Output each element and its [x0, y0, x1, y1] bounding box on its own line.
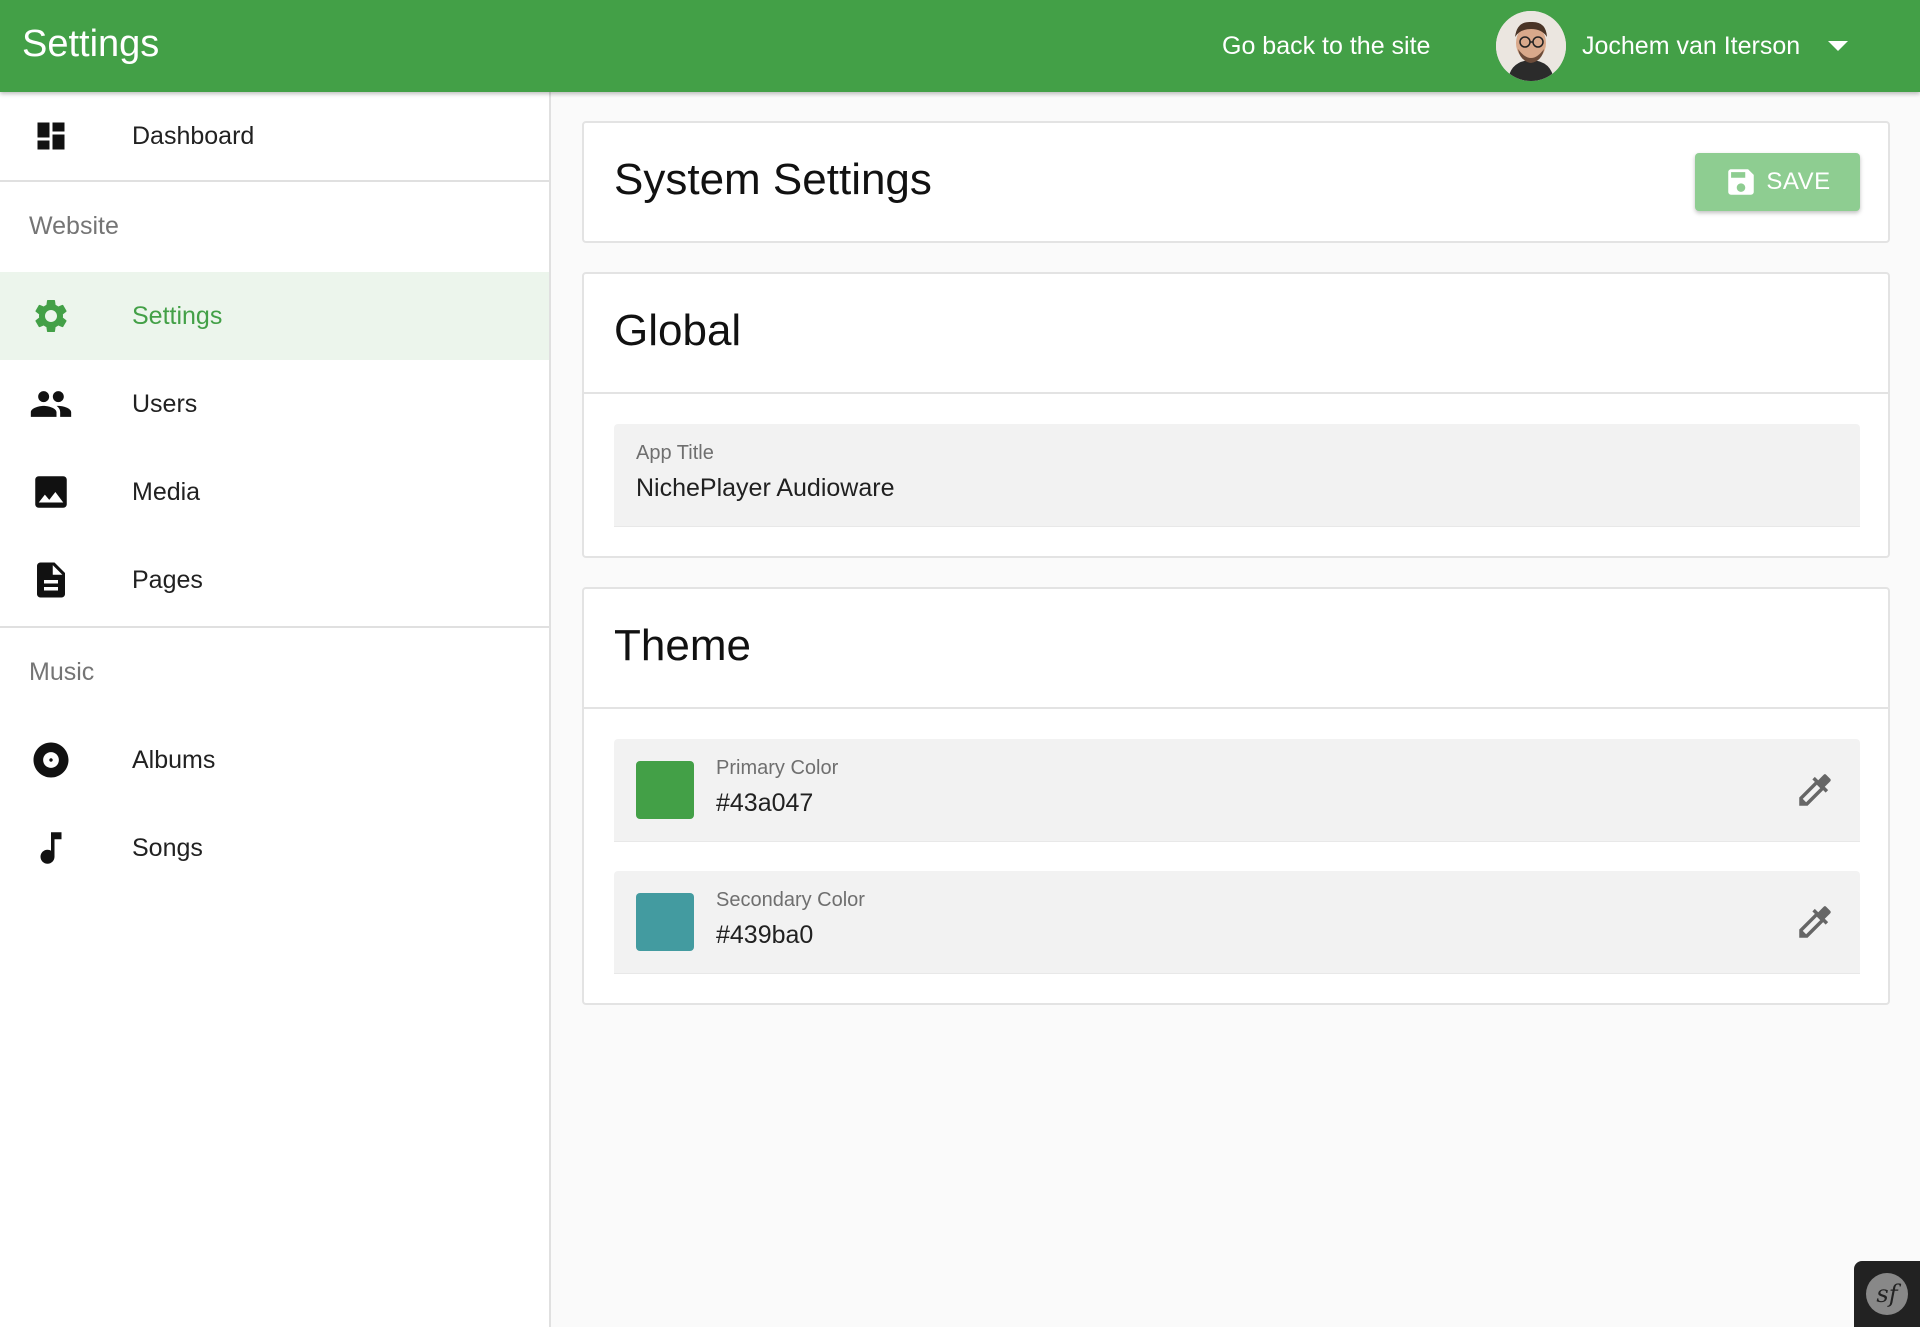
save-button[interactable]: SAVE [1695, 153, 1860, 211]
sidebar: Dashboard Website Settings Users Media P… [0, 92, 551, 1327]
page-title: System Settings [614, 155, 932, 204]
sidebar-item-label: Dashboard [132, 121, 255, 150]
sidebar-item-songs[interactable]: Songs [0, 804, 549, 892]
user-menu[interactable]: Jochem van Iterson [1496, 11, 1849, 81]
eyedropper-icon[interactable] [1794, 769, 1836, 811]
app-title-field[interactable]: App Title NichePlayer Audioware [614, 424, 1860, 527]
users-icon [29, 384, 73, 424]
secondary-color-field[interactable]: Secondary Color #439ba0 [614, 871, 1860, 974]
top-app-bar: Settings Go back to the site Jochem van … [0, 0, 1920, 92]
sidebar-item-label: Users [132, 389, 198, 418]
avatar [1496, 11, 1566, 81]
sidebar-item-media[interactable]: Media [0, 448, 549, 536]
section-title-global: Global [614, 306, 742, 355]
music-note-icon [29, 828, 73, 868]
save-button-label: SAVE [1766, 168, 1831, 195]
symfony-icon: sf [1866, 1273, 1908, 1315]
floppy-disk-icon [1728, 169, 1755, 195]
section-label-website: Website [29, 212, 119, 240]
app-title-value[interactable]: NichePlayer Audioware [636, 474, 894, 503]
eyedropper-icon[interactable] [1794, 901, 1836, 943]
app-title-label: App Title [636, 442, 714, 464]
sidebar-item-pages[interactable]: Pages [0, 536, 549, 624]
sidebar-item-label: Settings [132, 301, 223, 330]
user-name: Jochem van Iterson [1582, 31, 1801, 60]
section-label-music: Music [29, 658, 95, 686]
primary-color-field[interactable]: Primary Color #43a047 [614, 739, 1860, 842]
divider [584, 392, 1888, 394]
dashboard-icon [29, 116, 73, 156]
system-settings-header-card: System Settings SAVE [582, 121, 1890, 243]
sidebar-item-label: Songs [132, 833, 203, 862]
sidebar-item-label: Pages [132, 565, 203, 594]
primary-color-label: Primary Color [716, 757, 839, 779]
sidebar-item-label: Media [132, 477, 201, 506]
sidebar-item-dashboard[interactable]: Dashboard [0, 92, 549, 180]
document-icon [29, 560, 73, 600]
secondary-color-label: Secondary Color [716, 889, 865, 911]
secondary-color-value[interactable]: #439ba0 [716, 921, 813, 950]
secondary-color-swatch[interactable] [636, 893, 694, 951]
chevron-down-icon[interactable] [1828, 41, 1849, 51]
primary-color-swatch[interactable] [636, 761, 694, 819]
section-title-theme: Theme [614, 621, 751, 670]
back-to-site-link[interactable]: Go back to the site [1222, 30, 1430, 62]
sidebar-item-label: Albums [132, 745, 216, 774]
divider [584, 707, 1888, 709]
sidebar-item-users[interactable]: Users [0, 360, 549, 448]
primary-color-value[interactable]: #43a047 [716, 789, 813, 818]
album-icon [29, 740, 73, 780]
image-icon [29, 472, 73, 512]
global-settings-card: Global App Title NichePlayer Audioware [582, 272, 1890, 558]
user-photo-icon [1496, 11, 1566, 81]
symfony-toolbar-badge[interactable]: sf [1854, 1261, 1920, 1327]
divider [0, 626, 549, 628]
theme-settings-card: Theme Primary Color #43a047 Secondary Co… [582, 587, 1890, 1005]
gear-icon [29, 296, 73, 336]
app-bar-title: Settings [22, 23, 160, 65]
sidebar-item-settings[interactable]: Settings [0, 272, 549, 360]
divider [0, 180, 549, 182]
sidebar-item-albums[interactable]: Albums [0, 716, 549, 804]
